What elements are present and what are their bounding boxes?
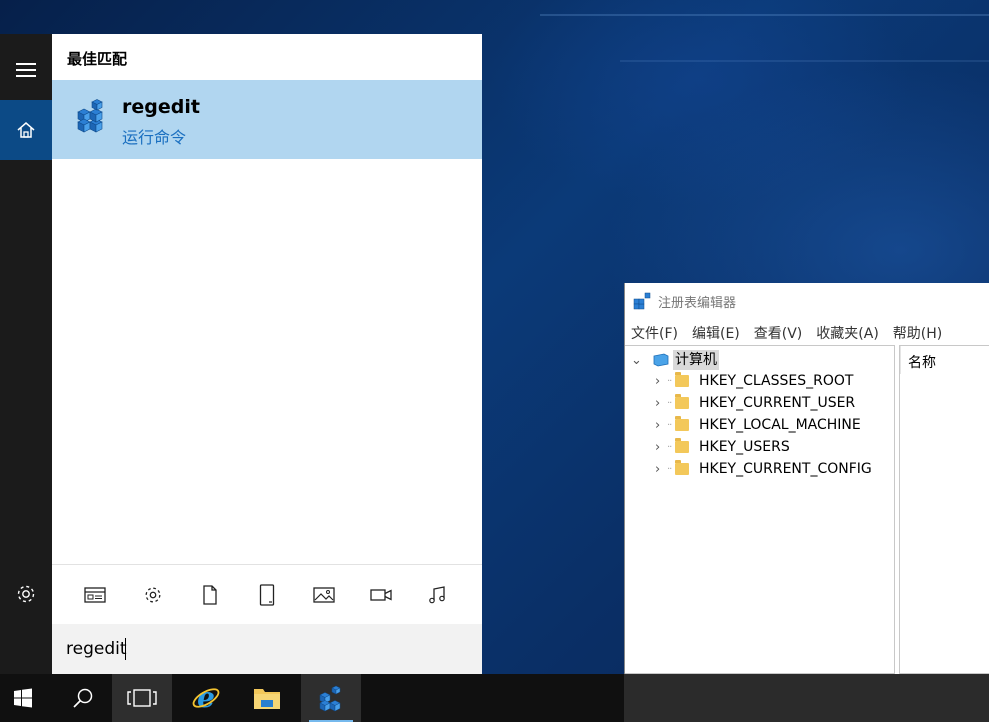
folder-icon xyxy=(675,394,689,409)
folder-icon xyxy=(675,372,689,387)
column-header-name[interactable]: 名称 xyxy=(908,352,936,372)
folder-icon xyxy=(675,438,689,453)
video-icon xyxy=(370,589,392,601)
settings-icon xyxy=(145,587,161,603)
tree-item-label: HKEY_CLASSES_ROOT xyxy=(699,373,854,389)
result-subtitle: 运行命令 xyxy=(122,128,187,147)
filter-music-button[interactable] xyxy=(426,583,450,607)
window-title: 注册表编辑器 xyxy=(658,296,737,311)
menu-file[interactable]: 文件(F) xyxy=(631,323,678,345)
filter-tablet-button[interactable] xyxy=(255,583,279,607)
chevron-right-icon[interactable]: › xyxy=(655,440,667,455)
text-caret xyxy=(125,638,126,660)
regedit-taskbar-button[interactable] xyxy=(301,674,361,722)
wallpaper-light-beam xyxy=(540,14,989,16)
music-icon xyxy=(429,586,445,604)
filter-documents-button[interactable] xyxy=(198,583,222,607)
regedit-icon xyxy=(319,685,341,712)
best-match-result[interactable]: regedit 运行命令 xyxy=(52,80,482,159)
chevron-right-icon[interactable]: › xyxy=(655,396,667,411)
chevron-down-icon[interactable]: ⌄ xyxy=(631,353,643,368)
home-button[interactable] xyxy=(0,100,52,160)
tree-root-computer[interactable]: ⌄ 计算机 xyxy=(631,350,719,370)
search-filter-bar xyxy=(52,564,482,624)
home-icon xyxy=(17,122,35,138)
tree-root-label: 计算机 xyxy=(673,350,719,370)
menu-favorites[interactable]: 收藏夹(A) xyxy=(816,323,879,345)
filter-apps-button[interactable] xyxy=(83,583,107,607)
tree-item-label: HKEY_CURRENT_USER xyxy=(699,395,856,411)
start-menu-rail xyxy=(0,34,52,674)
folder-icon xyxy=(675,460,689,475)
tree-item-hkey-classes-root[interactable]: › ·· HKEY_CLASSES_ROOT xyxy=(655,371,853,391)
file-explorer-button[interactable] xyxy=(237,674,297,722)
file-explorer-icon xyxy=(254,689,280,709)
menu-edit[interactable]: 编辑(E) xyxy=(692,323,740,345)
tree-item-hkey-users[interactable]: › ·· HKEY_USERS xyxy=(655,437,790,457)
internet-explorer-button[interactable]: e xyxy=(176,674,236,722)
best-match-heading: 最佳匹配 xyxy=(67,50,128,68)
computer-icon xyxy=(653,353,669,367)
hamburger-menu-button[interactable] xyxy=(0,40,52,100)
tablet-icon xyxy=(259,584,275,606)
filter-settings-button[interactable] xyxy=(141,583,165,607)
internet-explorer-icon: e xyxy=(192,683,220,713)
apps-icon xyxy=(84,587,106,603)
menu-view[interactable]: 查看(V) xyxy=(754,323,803,345)
tree-item-hkey-local-machine[interactable]: › ·· HKEY_LOCAL_MACHINE xyxy=(655,415,861,435)
search-input[interactable] xyxy=(66,636,466,662)
tree-item-label: HKEY_LOCAL_MACHINE xyxy=(699,417,861,433)
chevron-right-icon[interactable]: › xyxy=(655,462,667,477)
task-view-button[interactable] xyxy=(112,674,172,722)
folder-icon xyxy=(675,416,689,431)
start-button[interactable] xyxy=(0,674,45,722)
filter-videos-button[interactable] xyxy=(369,583,393,607)
hamburger-icon xyxy=(16,59,36,81)
document-icon xyxy=(203,585,217,605)
menu-bar: 文件(F) 编辑(E) 查看(V) 收藏夹(A) 帮助(H) xyxy=(631,323,956,345)
values-pane: 名称 xyxy=(899,345,989,674)
search-box[interactable] xyxy=(52,624,482,674)
search-results-panel: 最佳匹配 regedit 运行命令 xyxy=(52,34,482,674)
tree-item-label: HKEY_USERS xyxy=(699,439,790,455)
windows-start-icon xyxy=(13,688,32,708)
settings-button[interactable] xyxy=(0,564,52,624)
registry-editor-window: 注册表编辑器 文件(F) 编辑(E) 查看(V) 收藏夹(A) 帮助(H) ⌄ … xyxy=(624,283,989,674)
menu-help[interactable]: 帮助(H) xyxy=(893,323,942,345)
filter-photos-button[interactable] xyxy=(312,583,336,607)
photo-icon xyxy=(313,587,335,603)
taskbar: e xyxy=(0,674,989,722)
task-view-icon xyxy=(127,689,157,707)
wallpaper-light-beam xyxy=(620,60,989,62)
search-icon xyxy=(73,688,93,708)
tree-item-hkey-current-user[interactable]: › ·· HKEY_CURRENT_USER xyxy=(655,393,855,413)
taskbar-window-preview-area xyxy=(624,674,989,722)
tree-item-hkey-current-config[interactable]: › ·· HKEY_CURRENT_CONFIG xyxy=(655,459,872,479)
regedit-icon xyxy=(77,99,103,133)
chevron-right-icon[interactable]: › xyxy=(655,374,667,389)
search-button[interactable] xyxy=(53,674,113,722)
settings-icon xyxy=(17,585,35,603)
result-title: regedit xyxy=(122,96,200,118)
chevron-right-icon[interactable]: › xyxy=(655,418,667,433)
registry-tree: ⌄ 计算机 › ·· HKEY_CLASSES_ROOT › ·· HKEY_C… xyxy=(625,345,895,674)
svg-text:e: e xyxy=(197,683,215,713)
regedit-icon xyxy=(633,292,651,310)
tree-item-label: HKEY_CURRENT_CONFIG xyxy=(699,461,872,477)
